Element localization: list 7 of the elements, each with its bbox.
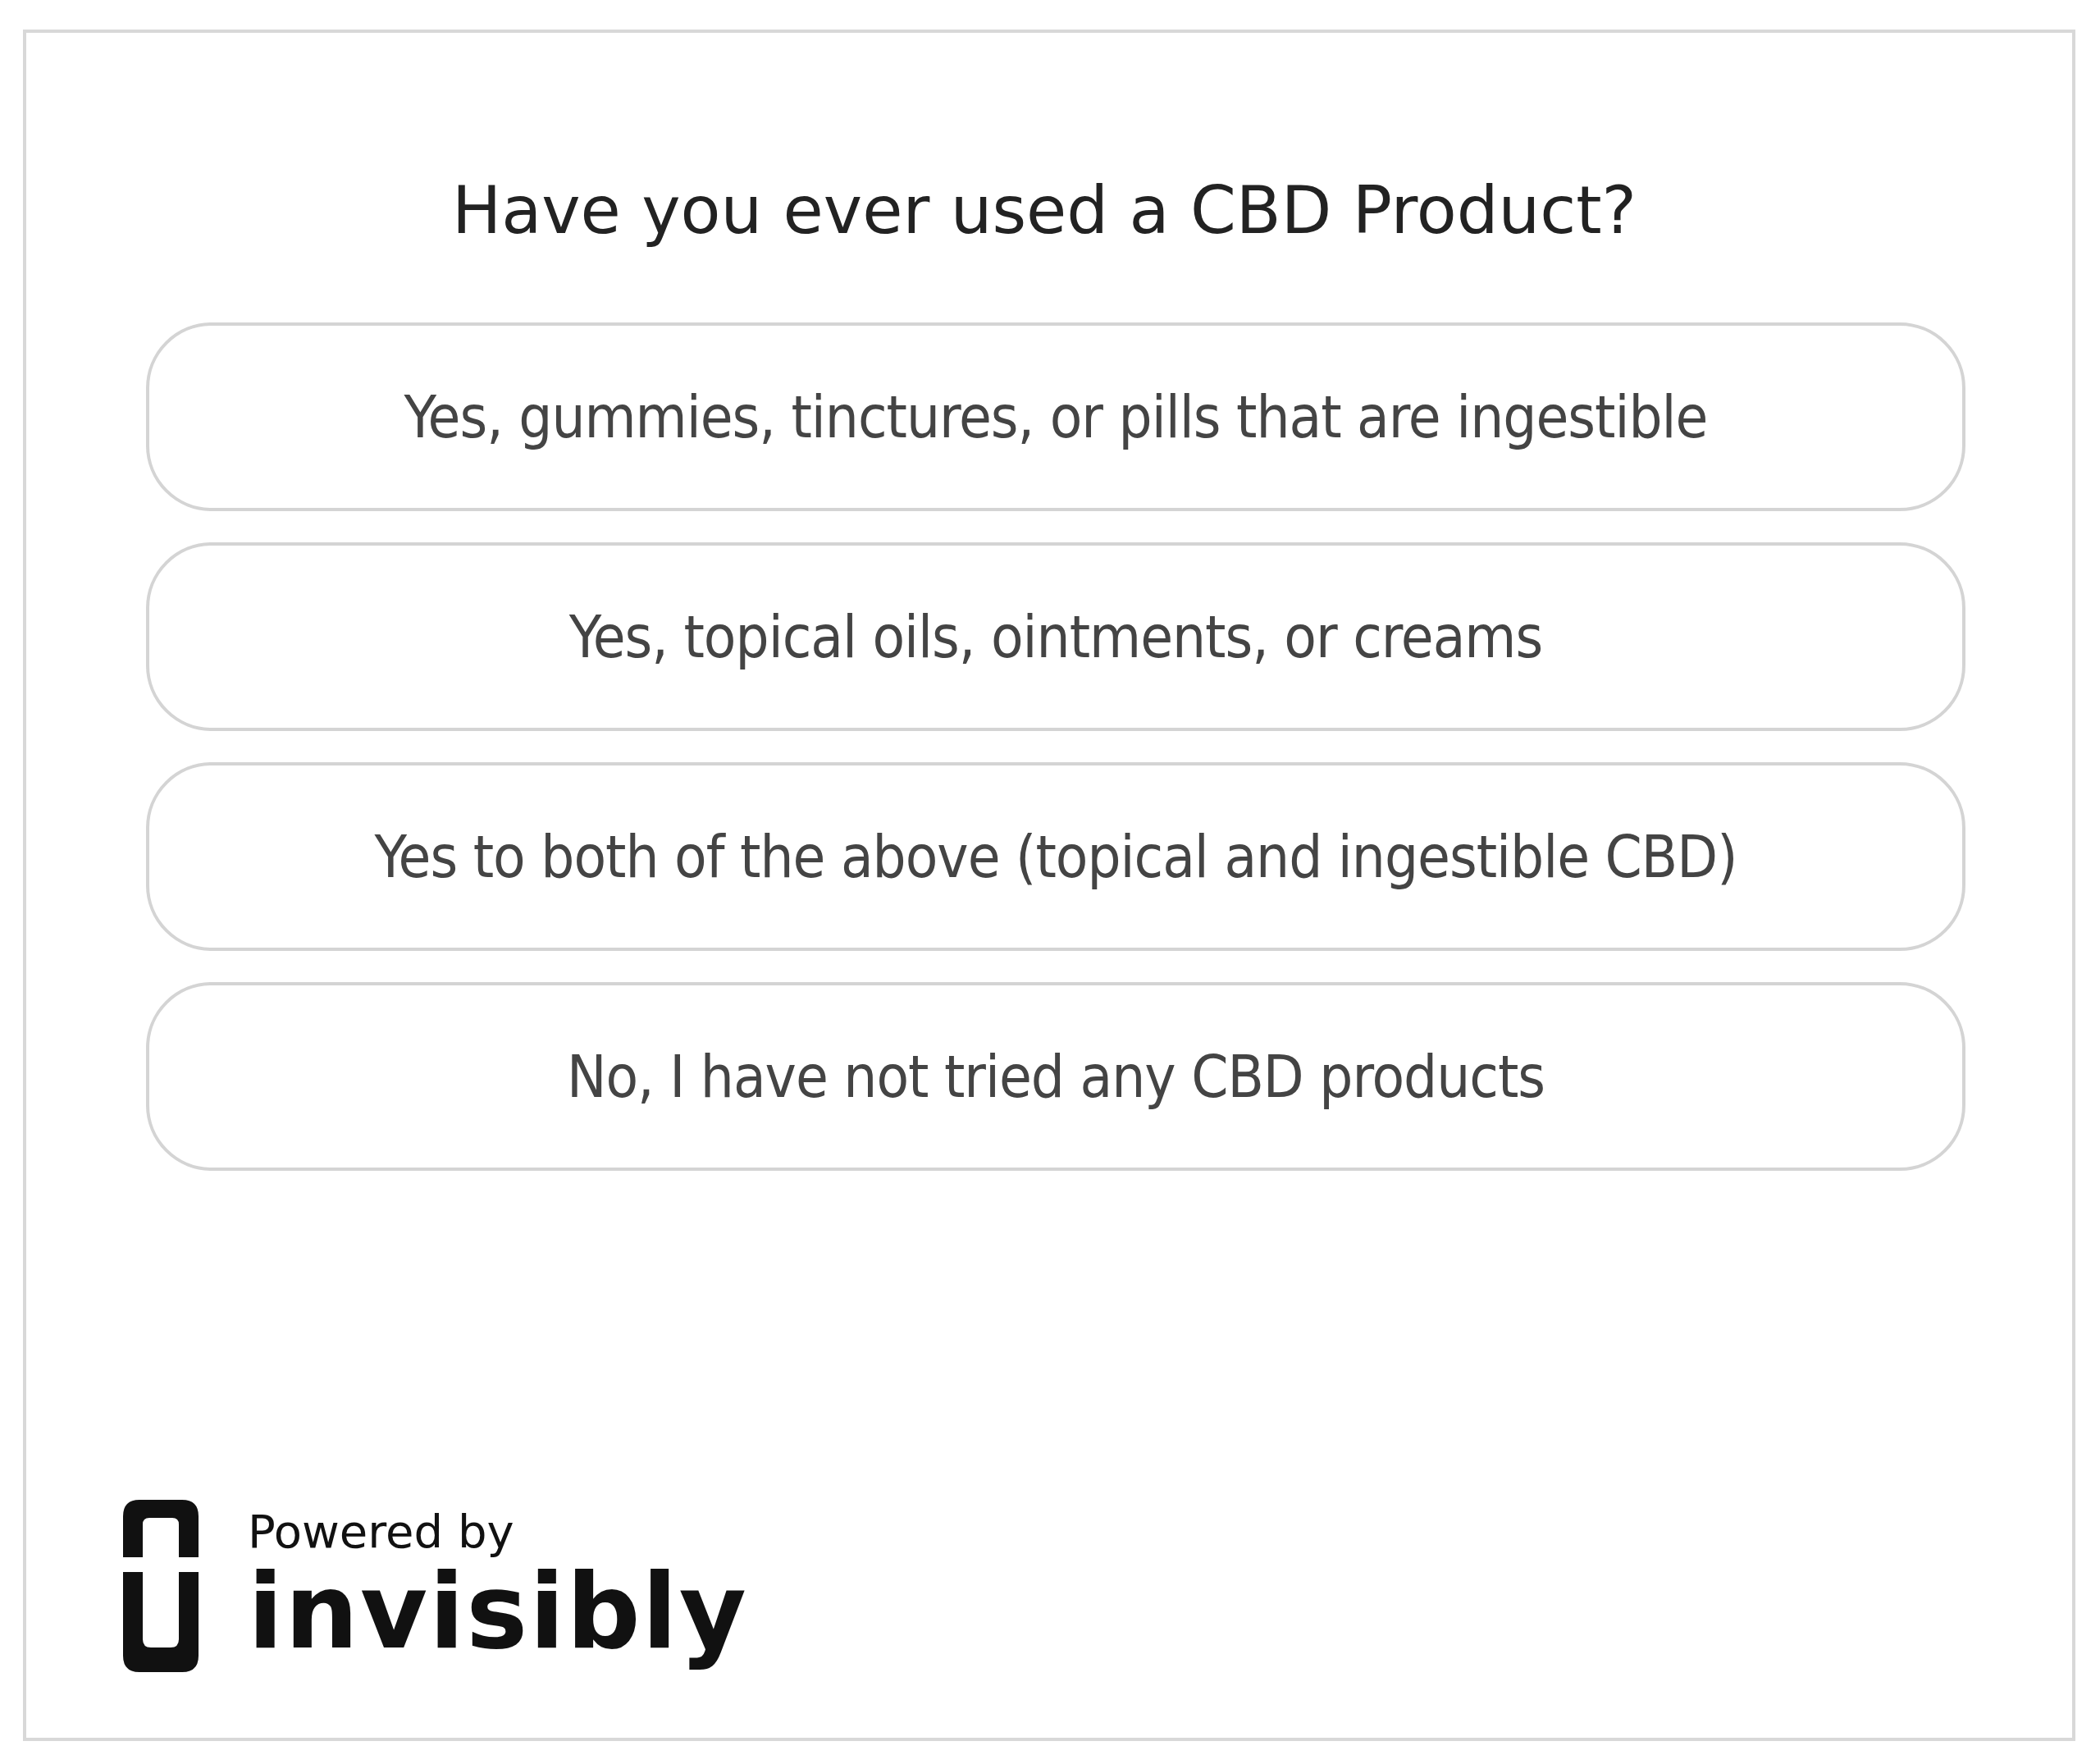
- answer-option[interactable]: Yes to both of the above (topical and ingestible CBD): [146, 762, 1965, 951]
- answer-option[interactable]: Yes, topical oils, ointments, or creams: [146, 542, 1965, 731]
- logo-icon: [123, 1500, 199, 1672]
- powered-by-text: Powered by: [248, 1505, 515, 1559]
- answer-option[interactable]: No, I have not tried any CBD products: [146, 982, 1965, 1171]
- question-title: Have you ever used a CBD Product?: [451, 172, 1637, 249]
- answer-option[interactable]: Yes, gummies, tinctures, or pills that are ingestible: [146, 322, 1965, 511]
